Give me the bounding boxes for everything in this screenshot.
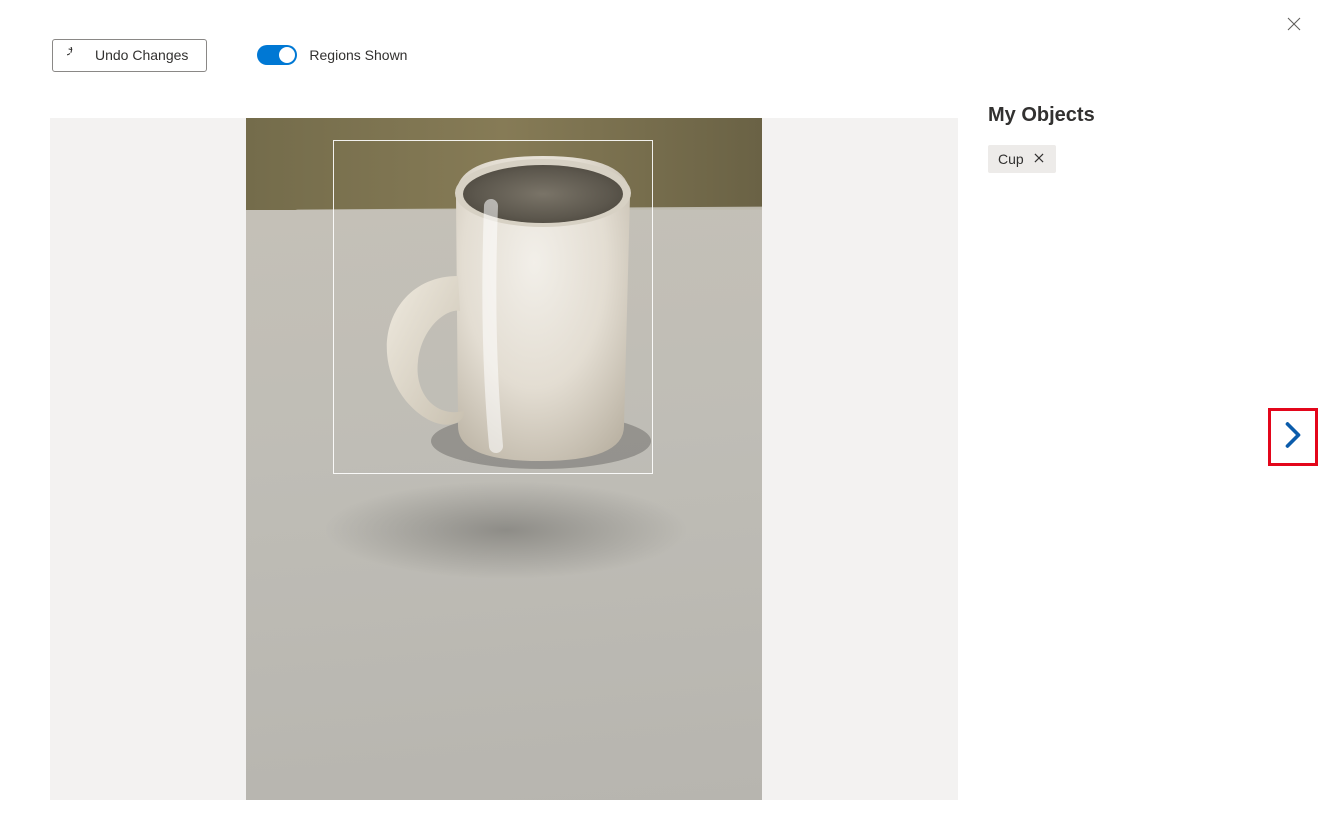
chevron-right-icon — [1282, 420, 1304, 455]
close-icon — [1032, 151, 1046, 168]
image-canvas-area — [50, 118, 958, 800]
undo-changes-label: Undo Changes — [95, 47, 188, 63]
close-button[interactable] — [1280, 12, 1308, 40]
regions-shown-label: Regions Shown — [309, 47, 407, 63]
next-image-button[interactable] — [1268, 408, 1318, 466]
training-image[interactable] — [246, 118, 762, 800]
objects-panel-title: My Objects — [988, 104, 1248, 127]
region-bounding-box[interactable] — [333, 140, 653, 474]
object-tag-label: Cup — [998, 151, 1024, 167]
toolbar: Undo Changes Regions Shown — [52, 38, 407, 72]
undo-changes-button[interactable]: Undo Changes — [52, 39, 207, 72]
objects-panel: My Objects Cup — [988, 104, 1248, 173]
close-icon — [1285, 15, 1303, 38]
regions-shown-toggle[interactable] — [257, 45, 297, 65]
undo-icon — [67, 47, 83, 63]
object-tag[interactable]: Cup — [988, 145, 1056, 173]
regions-toggle-group: Regions Shown — [257, 45, 407, 65]
remove-tag-button[interactable] — [1032, 152, 1046, 166]
toggle-knob — [279, 47, 295, 63]
